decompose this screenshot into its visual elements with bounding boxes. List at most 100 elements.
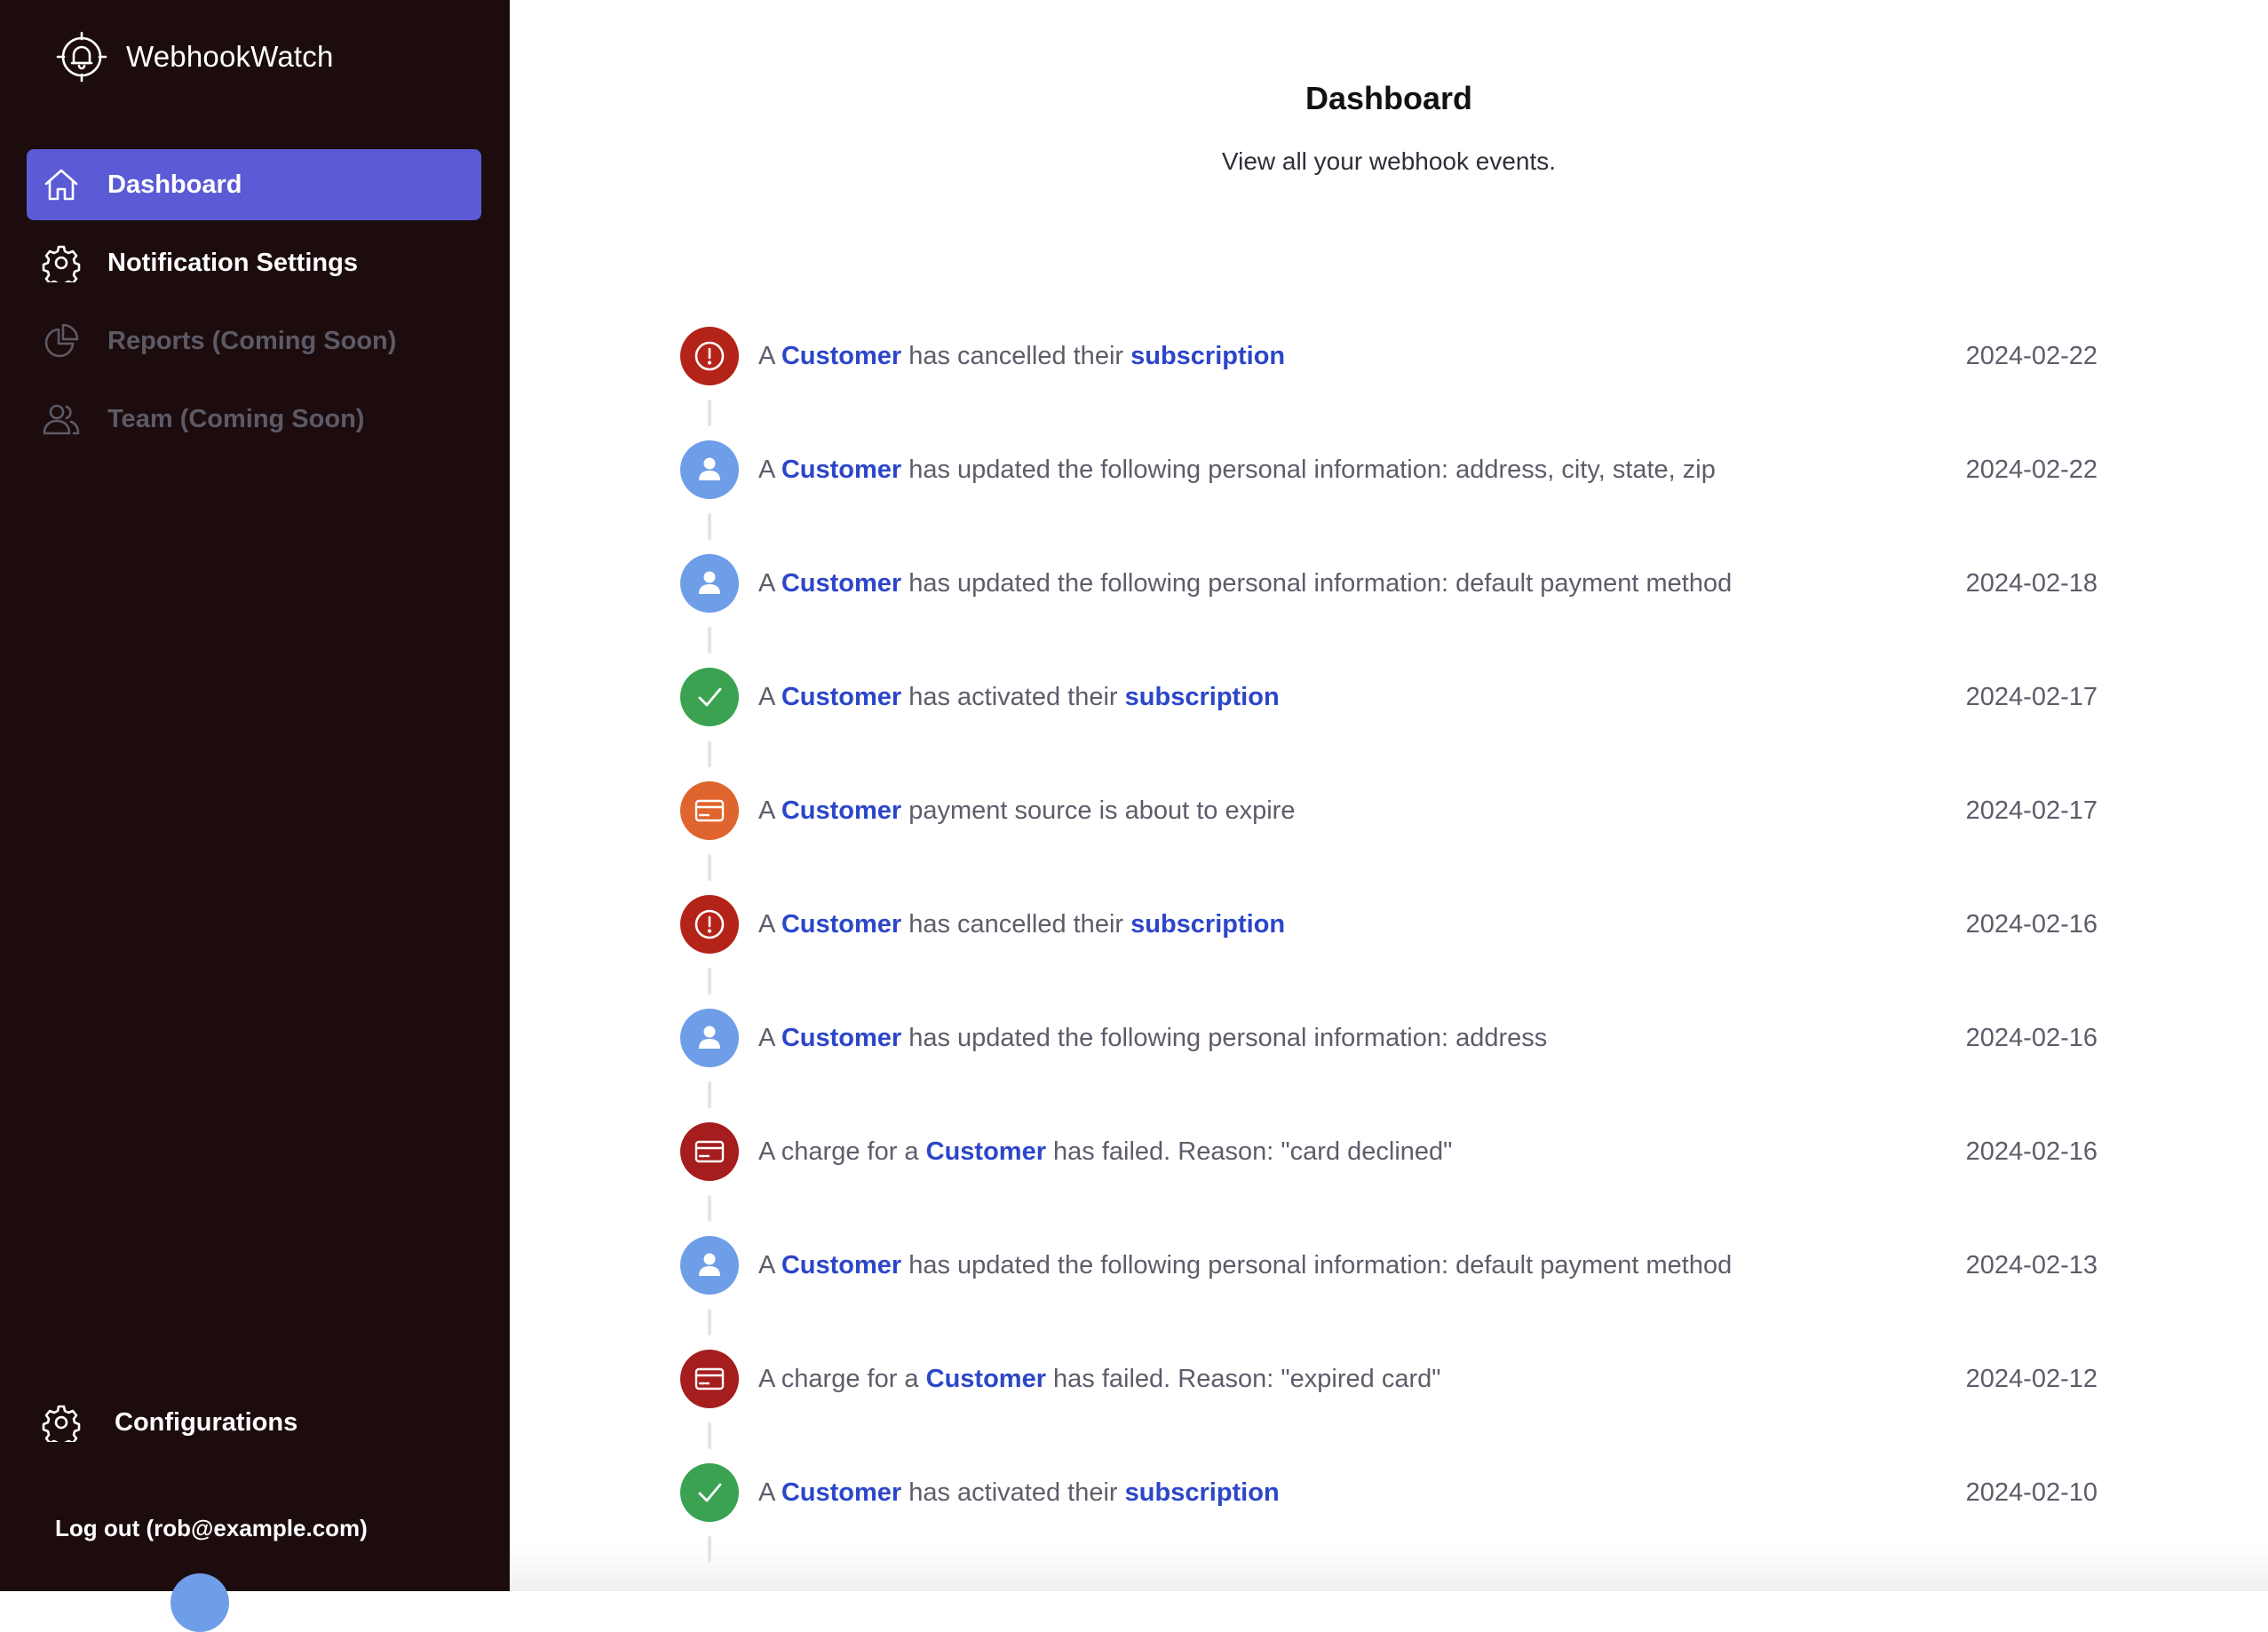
timeline-connector	[708, 968, 711, 994]
event-text-segment: A	[758, 1478, 781, 1507]
event-row: A Customer has updated the following per…	[680, 440, 2098, 499]
customer-link[interactable]: Customer	[926, 1137, 1046, 1166]
credit-card-icon	[680, 781, 739, 840]
home-icon	[42, 165, 81, 204]
timeline-connector	[708, 627, 711, 654]
sidebar-item-label: Dashboard	[107, 170, 242, 199]
customer-link[interactable]: Customer	[781, 1478, 901, 1507]
timeline-connector	[708, 1309, 711, 1335]
timeline-connector	[708, 513, 711, 540]
event-text-segment: A	[758, 910, 781, 939]
event-text-segment: has updated the following personal infor…	[901, 569, 1733, 598]
timeline-connector	[708, 1081, 711, 1108]
sidebar-item-notification-settings[interactable]: Notification Settings	[27, 227, 481, 298]
alert-circle-icon	[680, 895, 739, 954]
event-text-segment: A charge for a	[758, 1365, 926, 1393]
event-text-segment: payment source is about to expire	[901, 796, 1296, 825]
user-icon	[170, 1573, 229, 1632]
event-description: A Customer has updated the following per…	[758, 440, 1716, 499]
customer-link[interactable]: Customer	[781, 569, 901, 598]
timeline-connector	[708, 741, 711, 767]
customer-link[interactable]: Customer	[781, 796, 901, 825]
sidebar-item-label: Reports (Coming Soon)	[107, 326, 397, 355]
credit-card-icon	[680, 1350, 739, 1408]
event-description: A Customer has updated the following per…	[758, 1009, 1547, 1067]
configurations-label: Configurations	[115, 1407, 298, 1437]
main-content: Dashboard View all your webhook events. …	[510, 0, 2268, 1591]
sidebar-item-configurations[interactable]: Configurations	[27, 1387, 481, 1458]
event-date: 2024-02-16	[1965, 1137, 2098, 1166]
customer-link[interactable]: Customer	[781, 910, 901, 939]
subscription-link[interactable]: subscription	[1130, 342, 1285, 370]
event-description: A Customer payment source is about to ex…	[758, 781, 1295, 840]
event-row: A Customer payment source is about to ex…	[680, 781, 2098, 840]
logout-button[interactable]: Log out (rob@example.com)	[55, 1515, 368, 1542]
user-icon	[680, 1009, 739, 1067]
check-icon	[680, 668, 739, 726]
customer-link[interactable]: Customer	[781, 1251, 901, 1279]
event-description: A Customer has cancelled their subscript…	[758, 895, 1285, 954]
event-row: A Customer has cancelled their subscript…	[680, 327, 2098, 385]
timeline-connector	[708, 1422, 711, 1449]
event-text-segment: has failed. Reason: "expired card"	[1045, 1365, 1441, 1393]
event-text-segment: has updated the following personal infor…	[901, 456, 1716, 484]
event-text-segment: has failed. Reason: "card declined"	[1045, 1137, 1453, 1166]
subscription-link[interactable]: subscription	[1125, 683, 1280, 711]
event-row: A Customer has activated their subscript…	[680, 1463, 2098, 1522]
customer-link[interactable]: Customer	[926, 1365, 1046, 1393]
timeline-connector	[708, 854, 711, 881]
event-text-segment: has cancelled their	[901, 342, 1131, 370]
gear-icon	[42, 243, 81, 282]
event-date: 2024-02-16	[1965, 1024, 2098, 1052]
customer-link[interactable]: Customer	[781, 683, 901, 711]
scroll-fade	[510, 1547, 2268, 1591]
event-description: A Customer has updated the following per…	[758, 1236, 1732, 1295]
event-description: A Customer has cancelled their subscript…	[758, 327, 1285, 385]
event-description: A charge for a Customer has failed. Reas…	[758, 1350, 1441, 1408]
event-text-segment: has updated the following personal infor…	[901, 1024, 1548, 1052]
customer-link[interactable]: Customer	[781, 456, 901, 484]
sidebar: WebhookWatch Dashboard Notification Sett…	[0, 0, 510, 1591]
event-date: 2024-02-10	[1965, 1478, 2098, 1507]
timeline-connector	[708, 400, 711, 426]
brand[interactable]: WebhookWatch	[55, 30, 334, 83]
credit-card-icon	[680, 1122, 739, 1181]
event-row: A Customer has updated the following per…	[680, 554, 2098, 613]
event-row: A Customer has updated the following per…	[680, 1236, 2098, 1295]
event-text-segment: A	[758, 342, 781, 370]
customer-link[interactable]: Customer	[781, 342, 901, 370]
event-text-segment: A	[758, 456, 781, 484]
event-date: 2024-02-12	[1965, 1365, 2098, 1393]
page-subtitle: View all your webhook events.	[1221, 147, 1557, 175]
sidebar-item-label: Team (Coming Soon)	[107, 404, 365, 433]
event-text-segment: has activated their	[901, 683, 1125, 711]
event-date: 2024-02-17	[1965, 796, 2098, 825]
customer-link[interactable]: Customer	[781, 1024, 901, 1052]
app-name: WebhookWatch	[126, 40, 334, 73]
event-text-segment: A	[758, 569, 781, 598]
event-description: A charge for a Customer has failed. Reas…	[758, 1122, 1452, 1181]
event-date: 2024-02-18	[1965, 569, 2098, 598]
event-row: A charge for a Customer has failed. Reas…	[680, 1350, 2098, 1408]
event-text-segment: A	[758, 1251, 781, 1279]
sidebar-item-dashboard[interactable]: Dashboard	[27, 149, 481, 220]
sidebar-item-team: Team (Coming Soon)	[27, 384, 481, 455]
subscription-link[interactable]: subscription	[1130, 910, 1285, 939]
event-date: 2024-02-22	[1965, 456, 2098, 484]
bell-crosshair-icon	[56, 31, 107, 83]
gear-icon	[42, 1403, 81, 1442]
event-text-segment: A	[758, 1024, 781, 1052]
event-row: A Customer has cancelled their subscript…	[680, 895, 2098, 954]
event-date: 2024-02-16	[1965, 910, 2098, 939]
event-description: A Customer has activated their subscript…	[758, 668, 1280, 726]
user-icon	[680, 440, 739, 499]
event-description: A Customer has updated the following per…	[758, 554, 1732, 613]
event-text-segment: has updated the following personal infor…	[901, 1251, 1733, 1279]
subscription-link[interactable]: subscription	[1125, 1478, 1280, 1507]
event-description: A Customer has activated their subscript…	[758, 1463, 1280, 1522]
user-icon	[680, 554, 739, 613]
users-icon	[42, 400, 81, 439]
event-row: A Customer has activated their subscript…	[680, 668, 2098, 726]
pie-chart-icon	[42, 321, 81, 360]
event-row: A Customer has updated the following per…	[680, 1009, 2098, 1067]
